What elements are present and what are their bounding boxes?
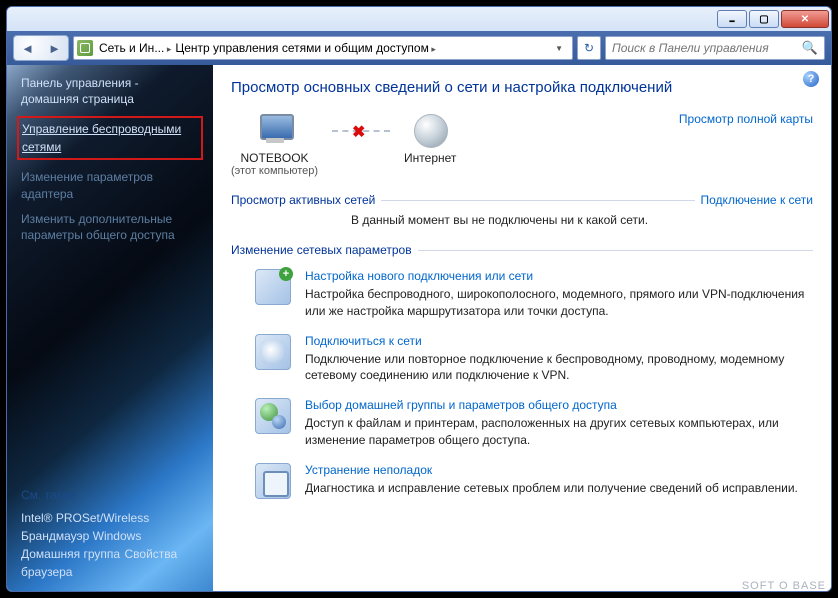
sidebar-sharing[interactable]: Изменить дополнительные параметры общего… bbox=[21, 211, 199, 243]
control-panel-window: ◄ ► Сеть и Ин... Центр управления сетями… bbox=[6, 6, 832, 592]
new-connection-desc: Настройка беспроводного, широкополосного… bbox=[305, 286, 813, 320]
settings-item-connect: Подключиться к сети Подключение или повт… bbox=[255, 334, 813, 385]
new-connection-link[interactable]: Настройка нового подключения или сети bbox=[305, 269, 813, 283]
nav-arrows: ◄ ► bbox=[13, 35, 69, 61]
main-panel: ? Просмотр основных сведений о сети и на… bbox=[213, 65, 831, 591]
address-bar[interactable]: Сеть и Ин... Центр управления сетями и о… bbox=[73, 36, 573, 60]
search-box[interactable]: 🔍 bbox=[605, 36, 825, 60]
see-also-header: См. также bbox=[21, 488, 199, 502]
active-networks-label: Просмотр активных сетей bbox=[231, 193, 375, 207]
sidebar-home[interactable]: Панель управления - домашняя страница bbox=[21, 75, 199, 107]
troubleshoot-icon bbox=[255, 463, 291, 499]
sidebar-firewall[interactable]: Брандмауэр Windows bbox=[21, 529, 141, 543]
connect-network-icon bbox=[255, 334, 291, 370]
new-connection-icon bbox=[255, 269, 291, 305]
watermark: SOFT O BASE bbox=[742, 580, 826, 592]
internet-icon bbox=[407, 112, 453, 148]
sidebar-bottom: См. также Intel® PROSet/Wireless Брандма… bbox=[21, 472, 199, 581]
sidebar-adapter[interactable]: Изменение параметров адаптера bbox=[21, 169, 199, 201]
sidebar-wireless[interactable]: Управление беспроводными сетями bbox=[22, 122, 181, 154]
help-icon[interactable]: ? bbox=[803, 71, 819, 87]
computer-icon bbox=[252, 112, 298, 148]
change-settings-label: Изменение сетевых параметров bbox=[231, 243, 412, 257]
settings-item-new-connection: Настройка нового подключения или сети На… bbox=[255, 269, 813, 320]
homegroup-icon bbox=[255, 398, 291, 434]
internet-label: Интернет bbox=[404, 151, 456, 165]
refresh-button[interactable]: ↻ bbox=[577, 36, 601, 60]
troubleshoot-link[interactable]: Устранение неполадок bbox=[305, 463, 813, 477]
active-networks-header: Просмотр активных сетей Подключение к се… bbox=[231, 193, 813, 207]
node-computer: NOTEBOOK (этот компьютер) bbox=[231, 112, 318, 177]
back-button[interactable]: ◄ bbox=[14, 36, 41, 60]
divider bbox=[381, 200, 694, 201]
settings-item-homegroup: Выбор домашней группы и параметров общег… bbox=[255, 398, 813, 449]
sidebar-homegroup[interactable]: Домашняя группа bbox=[21, 547, 120, 561]
no-connection-notice: В данный момент вы не подключены ни к ка… bbox=[351, 213, 813, 227]
network-center-icon bbox=[77, 40, 93, 56]
highlight-box: Управление беспроводными сетями bbox=[17, 116, 203, 160]
content-area: Панель управления - домашняя страница Уп… bbox=[7, 65, 831, 591]
node-internet: Интернет bbox=[404, 112, 456, 165]
settings-item-troubleshoot: Устранение неполадок Диагностика и испра… bbox=[255, 463, 813, 499]
sidebar: Панель управления - домашняя страница Уп… bbox=[7, 65, 213, 591]
computer-sub: (этот компьютер) bbox=[231, 165, 318, 177]
breadcrumb-network[interactable]: Сеть и Ин... bbox=[97, 41, 173, 55]
close-button[interactable] bbox=[781, 10, 829, 28]
maximize-button[interactable] bbox=[749, 10, 779, 28]
search-icon[interactable]: 🔍 bbox=[802, 40, 818, 56]
minimize-button[interactable] bbox=[717, 10, 747, 28]
connect-network-link[interactable]: Подключиться к сети bbox=[305, 334, 813, 348]
disconnected-icon: ✖ bbox=[352, 122, 370, 140]
address-dropdown[interactable]: ▼ bbox=[549, 44, 569, 53]
titlebar bbox=[7, 7, 831, 31]
search-input[interactable] bbox=[612, 41, 802, 55]
connection-line: ✖ bbox=[332, 130, 390, 132]
page-title: Просмотр основных сведений о сети и наст… bbox=[231, 79, 813, 96]
nav-toolbar: ◄ ► Сеть и Ин... Центр управления сетями… bbox=[7, 31, 831, 65]
homegroup-link[interactable]: Выбор домашней группы и параметров общег… bbox=[305, 398, 813, 412]
troubleshoot-desc: Диагностика и исправление сетевых пробле… bbox=[305, 480, 813, 497]
sidebar-intel[interactable]: Intel® PROSet/Wireless bbox=[21, 511, 149, 525]
homegroup-desc: Доступ к файлам и принтерам, расположенн… bbox=[305, 415, 813, 449]
breadcrumb-current[interactable]: Центр управления сетями и общим доступом bbox=[173, 41, 438, 55]
change-settings-header: Изменение сетевых параметров bbox=[231, 243, 813, 257]
network-map: Просмотр полной карты NOTEBOOK (этот ком… bbox=[231, 112, 813, 177]
full-map-link[interactable]: Просмотр полной карты bbox=[679, 112, 813, 126]
connect-network-desc: Подключение или повторное подключение к … bbox=[305, 351, 813, 385]
forward-button[interactable]: ► bbox=[41, 36, 68, 60]
divider bbox=[418, 250, 813, 251]
computer-name: NOTEBOOK bbox=[231, 151, 318, 165]
connect-link[interactable]: Подключение к сети bbox=[701, 193, 813, 207]
